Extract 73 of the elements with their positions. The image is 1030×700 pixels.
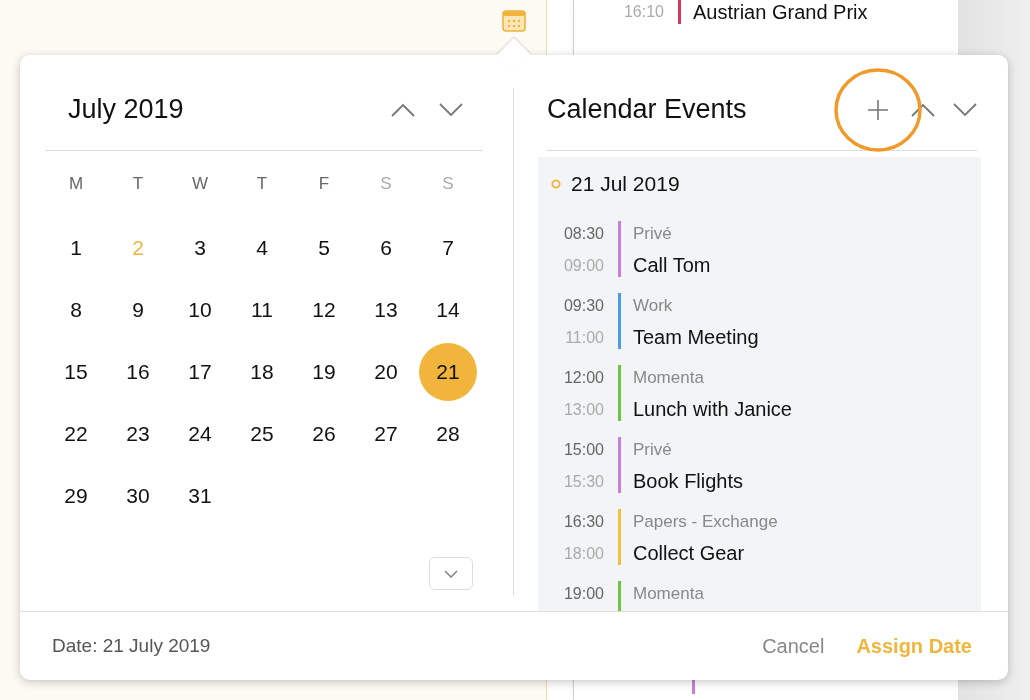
month-title: July 2019 [68,94,185,125]
event-calendar: Papers - Exchange [633,512,778,532]
calendar-day[interactable]: 11 [233,281,291,339]
calendar-day[interactable]: 29 [47,467,105,525]
start-time: 16:30 [563,513,604,531]
calendar-day[interactable]: 4 [233,219,291,277]
end-time: 15:30 [563,473,604,491]
calendar-day[interactable]: 17 [171,343,229,401]
calendar-day[interactable]: 12 [295,281,353,339]
weekday-label: F [317,174,331,194]
chevron-down-icon[interactable] [953,102,977,117]
calendar-day[interactable]: 15 [47,343,105,401]
event-calendar: Momenta [633,584,704,604]
calendar-day[interactable]: 10 [171,281,229,339]
event-title[interactable]: Book Flights [633,470,744,493]
calendar-day[interactable]: 28 [419,405,477,463]
event-title[interactable]: Lunch with Janice [633,398,792,421]
start-time: 09:30 [563,297,604,315]
calendar-day[interactable]: 9 [109,281,167,339]
end-time: 11:00 [565,329,604,347]
calendar-day[interactable]: 16 [109,343,167,401]
calendar-day[interactable]: 6 [357,219,415,277]
calendar-day[interactable]: 26 [295,405,353,463]
calendar-day[interactable]: 31 [171,467,229,525]
calendar-day[interactable]: 14 [419,281,477,339]
calendar-day[interactable]: 1 [47,219,105,277]
start-time: 19:00 [563,585,604,603]
end-time: 13:00 [563,401,604,419]
date-dot-icon [551,179,561,189]
add-icon[interactable] [867,98,889,121]
event-title[interactable]: Collect Gear [633,542,778,565]
event-calendar: Privé [633,440,673,460]
event-calendar: Privé [633,224,673,244]
calendar-day[interactable]: 23 [109,405,167,463]
chevron-up-icon[interactable] [391,102,415,117]
calendar-day[interactable]: 19 [295,343,353,401]
event-time: 16:10 [622,3,664,21]
calendar-day[interactable]: 27 [357,405,415,463]
end-time: 09:00 [563,257,604,275]
weekday-label: S [441,174,455,194]
calendar-day[interactable]: 24 [171,405,229,463]
cancel-button[interactable]: Cancel [762,634,825,658]
end-time: 18:00 [563,545,604,563]
calendar-day[interactable]: 7 [419,219,477,277]
calendar-day[interactable]: 25 [233,405,291,463]
calendar-day[interactable]: 20 [357,343,415,401]
calendar-day[interactable]: 30 [109,467,167,525]
event-calendar: Work [633,296,674,316]
weekday-label: W [190,174,209,194]
calendar-day[interactable]: 3 [171,219,229,277]
event-calendar: Momenta [633,368,705,388]
weekday-label: S [379,174,393,194]
weekday-label: T [131,174,145,194]
calendar-day[interactable]: 22 [47,405,105,463]
event-title[interactable]: Team Meeting [633,326,759,349]
chevron-down-icon[interactable] [439,102,463,117]
chevron-up-icon[interactable] [911,102,935,117]
date-heading: 21 Jul 2019 [571,172,680,196]
calendar-day[interactable]: 5 [295,219,353,277]
chevron-down-icon [444,569,458,578]
weekday-label: M [67,174,85,194]
calendar-day[interactable]: 18 [233,343,291,401]
event-title[interactable]: Call Tom [633,254,711,277]
weekday-label: T [255,174,269,194]
start-time: 08:30 [563,225,604,243]
selected-date-label: Date: 21 July 2019 [52,635,211,657]
start-time: 15:00 [563,441,604,459]
event-title[interactable]: Austrian Grand Prix [693,0,868,24]
calendar-day[interactable]: 8 [47,281,105,339]
calendar-day[interactable]: 13 [357,281,415,339]
panel-title: Calendar Events [547,94,748,125]
calendar-day[interactable]: 21 [419,343,477,401]
start-time: 12:00 [563,369,604,387]
